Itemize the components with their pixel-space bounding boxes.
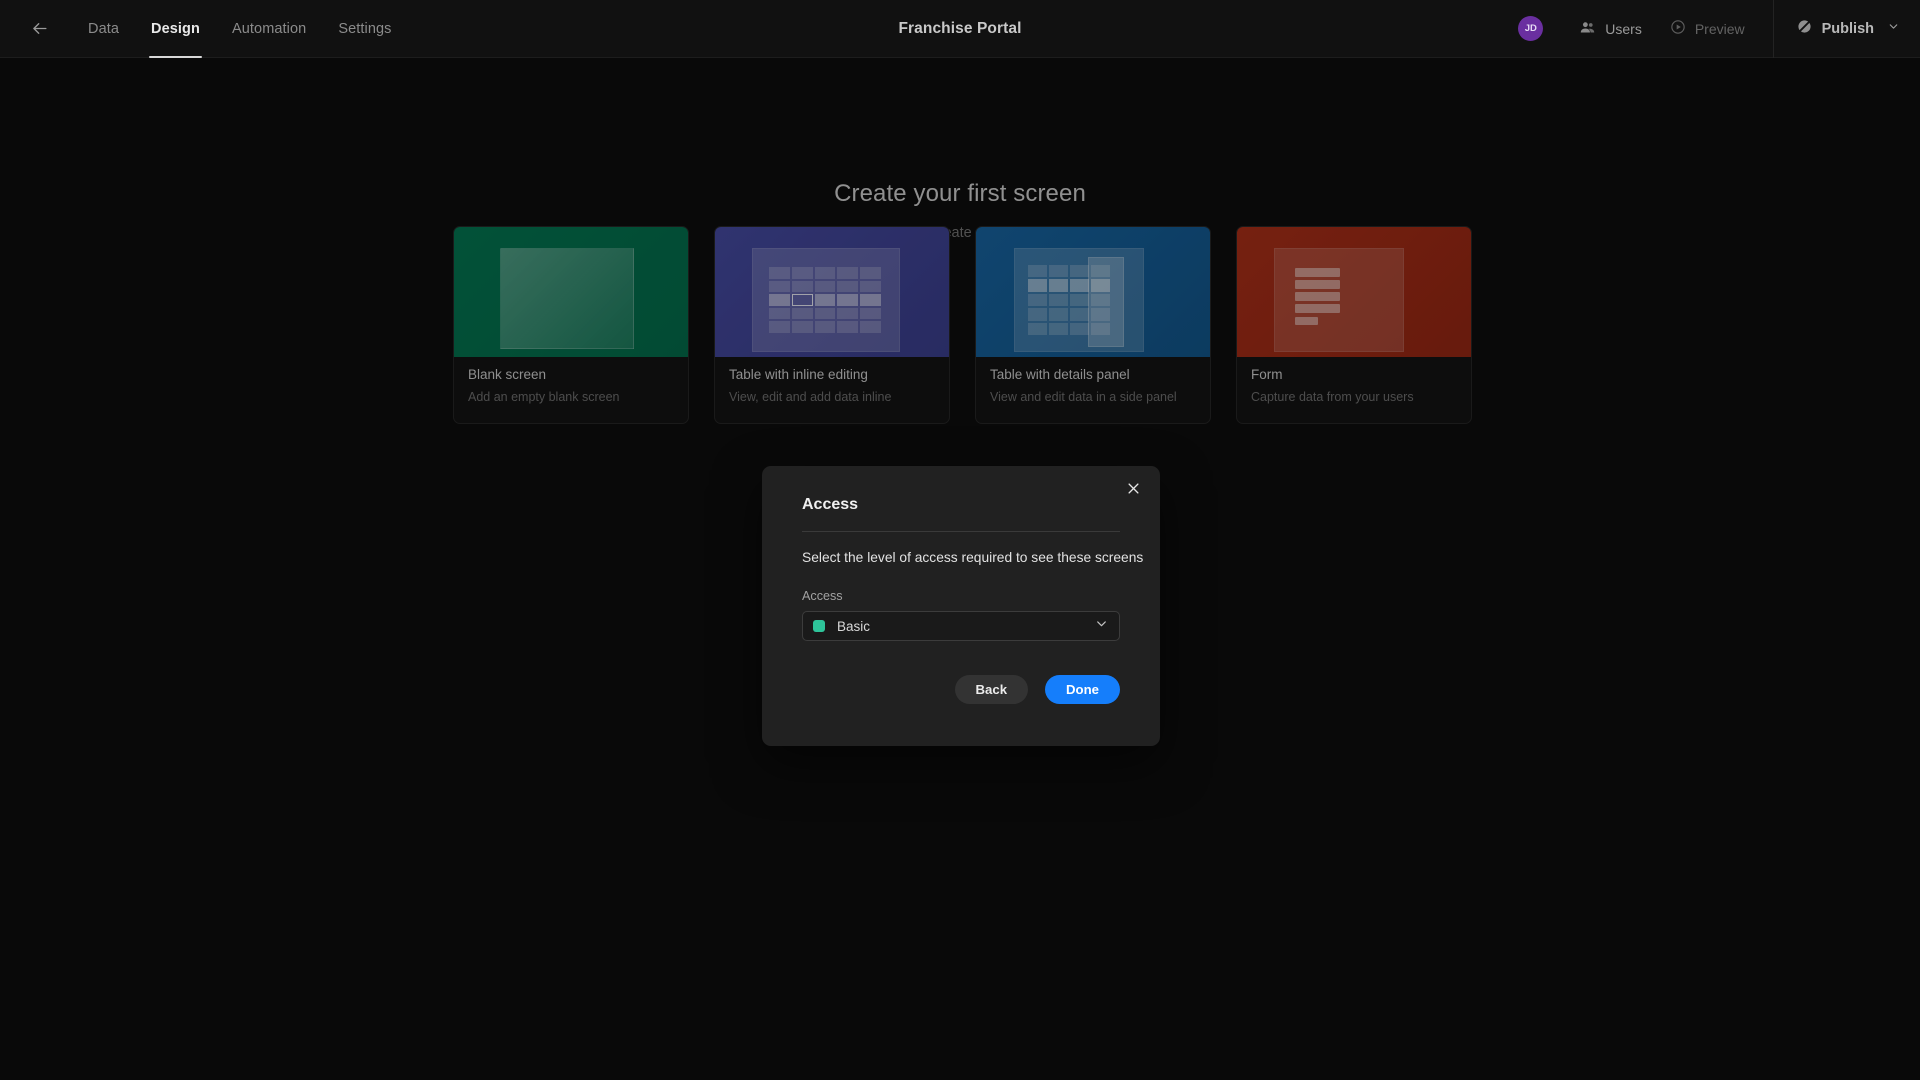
done-button[interactable]: Done xyxy=(1045,675,1120,704)
access-modal: Access Select the level of access requir… xyxy=(762,466,1160,746)
unpublished-slash-icon xyxy=(1796,18,1813,39)
chevron-down-icon xyxy=(1094,616,1109,636)
back-button[interactable] xyxy=(22,12,56,46)
modal-actions: Back Done xyxy=(954,675,1120,704)
modal-title: Access xyxy=(802,496,859,513)
close-icon xyxy=(1126,481,1141,501)
arrow-left-icon xyxy=(30,19,49,38)
header-left-group: Data Design Automation Settings xyxy=(0,0,408,58)
access-level-swatch-icon xyxy=(813,620,825,632)
tab-automation-label: Automation xyxy=(231,20,307,37)
users-label: Users xyxy=(1605,20,1642,37)
tab-data[interactable]: Data xyxy=(72,0,135,58)
publish-label: Publish xyxy=(1821,20,1874,37)
access-select[interactable]: Basic xyxy=(802,611,1120,641)
modal-description: Select the level of access required to s… xyxy=(802,550,1144,565)
header-divider xyxy=(1772,0,1774,58)
chevron-down-icon xyxy=(1887,20,1900,37)
modal-divider xyxy=(802,531,1120,532)
tab-automation[interactable]: Automation xyxy=(216,0,322,58)
avatar[interactable]: JD xyxy=(1518,16,1544,41)
access-select-value: Basic xyxy=(837,618,871,634)
preview-label: Preview xyxy=(1694,20,1745,37)
tab-design[interactable]: Design xyxy=(135,0,216,58)
preview-button[interactable]: Preview xyxy=(1656,0,1759,57)
header-right-group: JD Users Preview Publish xyxy=(1518,0,1920,58)
modal-close-button[interactable] xyxy=(1120,478,1146,504)
access-field-label: Access xyxy=(802,589,843,603)
tab-design-label: Design xyxy=(151,20,200,37)
play-circle-icon xyxy=(1670,19,1686,38)
tab-settings[interactable]: Settings xyxy=(322,0,407,58)
design-stage: Create your first screen Start from scra… xyxy=(0,58,1920,1080)
tab-data-label: Data xyxy=(88,20,120,37)
app-header: Data Design Automation Settings Franchis… xyxy=(0,0,1920,58)
users-icon xyxy=(1579,19,1596,39)
users-button[interactable]: Users xyxy=(1565,0,1656,57)
back-button[interactable]: Back xyxy=(954,675,1029,704)
tab-settings-label: Settings xyxy=(338,20,392,37)
publish-button[interactable]: Publish xyxy=(1780,0,1920,57)
